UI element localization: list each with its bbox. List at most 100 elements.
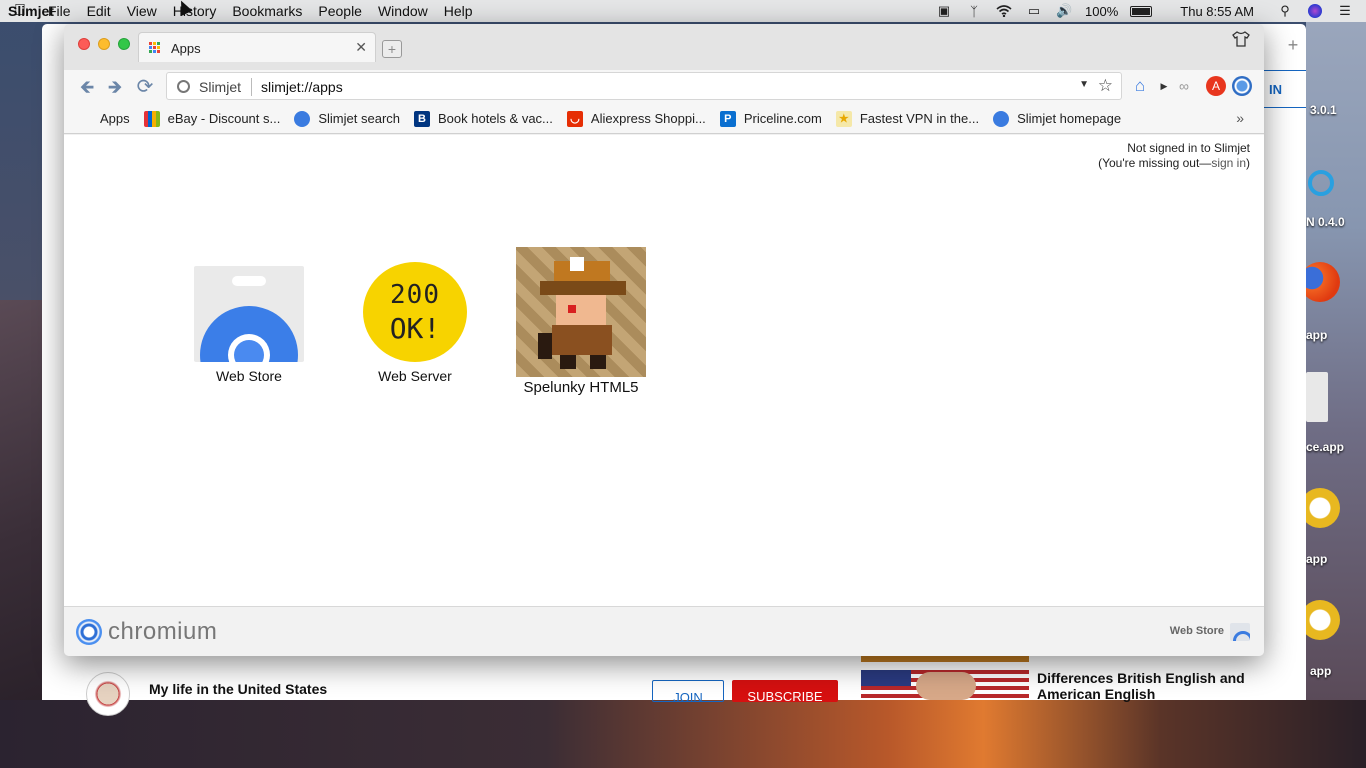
- web-store-small-icon[interactable]: [1230, 623, 1250, 641]
- bookmark-booking[interactable]: B Book hotels & vac...: [414, 110, 553, 127]
- app-web-server[interactable]: 200 OK! Web Server: [362, 262, 468, 384]
- desktop-icon-label[interactable]: 3.0.1: [1310, 103, 1337, 117]
- bookmark-slimjet-search[interactable]: Slimjet search: [294, 110, 400, 127]
- zoom-window-button[interactable]: [118, 38, 130, 50]
- channel-avatar: [86, 672, 130, 716]
- menubar-clock[interactable]: Thu 8:55 AM: [1180, 4, 1254, 19]
- bookmark-star-icon[interactable]: ☆: [1098, 76, 1113, 96]
- menu-people[interactable]: People: [310, 3, 370, 19]
- bookmarks-bar: Apps eBay - Discount s... Slimjet search…: [64, 104, 1264, 134]
- address-separator: [251, 78, 252, 96]
- apps-page: Not signed in to Slimjet (You're missing…: [64, 135, 1264, 606]
- web-server-icon-text-2: OK!: [389, 312, 441, 345]
- bluetooth-icon[interactable]: ᛉ: [965, 4, 983, 19]
- macos-menubar:  Slimjet File Edit View History Bookmar…: [0, 0, 1366, 22]
- signin-link[interactable]: sign in: [1211, 156, 1246, 170]
- menu-edit[interactable]: Edit: [79, 3, 119, 19]
- address-dropdown-icon[interactable]: ▼: [1079, 79, 1089, 90]
- reload-icon[interactable]: ⟳: [134, 76, 156, 98]
- address-url[interactable]: slimjet://apps: [261, 79, 343, 95]
- tab-strip: Apps ✕ +: [64, 24, 1264, 70]
- chromium-logo-icon: [76, 619, 102, 645]
- minimize-window-button[interactable]: [98, 38, 110, 50]
- battery-percent[interactable]: 100%: [1085, 4, 1118, 19]
- menu-view[interactable]: View: [119, 3, 165, 19]
- account-avatar-icon[interactable]: A: [1206, 76, 1226, 96]
- desktop-icon-label[interactable]: app: [1306, 552, 1327, 566]
- globe-icon: [294, 110, 311, 127]
- menu-help[interactable]: Help: [436, 3, 481, 19]
- menu-app-name[interactable]: Slimjet: [0, 3, 62, 19]
- web-server-icon: 200 OK!: [363, 262, 467, 362]
- bookmark-vpn[interactable]: ★ Fastest VPN in the...: [835, 110, 980, 127]
- desktop-icon-label[interactable]: app: [1310, 664, 1331, 678]
- volume-icon[interactable]: 🔊: [1055, 3, 1073, 18]
- desktop-icon-label[interactable]: app: [1306, 328, 1327, 342]
- bookmark-label: Fastest VPN in the...: [859, 111, 980, 126]
- tab-close-icon[interactable]: ✕: [355, 39, 367, 56]
- page-info-icon[interactable]: [177, 80, 190, 93]
- desktop-icon-label[interactable]: N 0.4.0: [1306, 215, 1345, 229]
- booking-icon: B: [414, 110, 430, 127]
- bookmark-label: eBay - Discount s...: [167, 111, 281, 126]
- bookmark-apps[interactable]: Apps: [78, 111, 130, 126]
- tab-title: Apps: [171, 41, 201, 56]
- airplay-icon[interactable]: ▭: [1025, 3, 1043, 18]
- desktop-wallpaper-bottom: [0, 700, 1366, 768]
- desktop-icon-label[interactable]: ce.app: [1306, 440, 1344, 454]
- menu-window[interactable]: Window: [370, 3, 436, 19]
- apps-page-footer: chromium Web Store: [64, 606, 1264, 656]
- close-window-button[interactable]: [78, 38, 90, 50]
- background-video-title: My life in the United States: [149, 681, 328, 697]
- signin-status-prefix: (You're missing out—: [1098, 156, 1212, 170]
- bookmark-label: Slimjet search: [318, 111, 400, 126]
- bookmarks-overflow-icon[interactable]: »: [1236, 110, 1244, 126]
- bookmark-label: Aliexpress Shoppi...: [590, 111, 706, 126]
- bookmark-label: Apps: [100, 111, 130, 126]
- desktop-app-icon[interactable]: [1308, 170, 1334, 196]
- back-arrow-icon[interactable]: 🡸: [76, 76, 98, 98]
- menu-history[interactable]: History: [165, 3, 225, 19]
- web-store-icon: [194, 266, 304, 362]
- app-icon[interactable]: [1300, 600, 1340, 640]
- spelunky-icon: [516, 247, 646, 377]
- app-web-store[interactable]: Web Store: [194, 266, 304, 384]
- signin-status-suffix: ): [1246, 156, 1250, 170]
- app-spelunky[interactable]: Spelunky HTML5: [516, 247, 646, 396]
- bookmark-priceline[interactable]: P Priceline.com: [719, 110, 822, 127]
- toolbar-overflow-arrow-icon[interactable]: ▶: [1154, 76, 1174, 96]
- package-icon[interactable]: ▣: [935, 3, 953, 18]
- battery-icon[interactable]: [1130, 5, 1153, 17]
- siri-icon[interactable]: [1306, 4, 1324, 18]
- chromium-brand-text: chromium: [108, 618, 218, 645]
- signin-status-line2: (You're missing out—sign in): [1098, 156, 1250, 171]
- signin-status-line1: Not signed in to Slimjet: [1127, 141, 1250, 155]
- spotlight-search-icon[interactable]: ⚲: [1276, 3, 1294, 18]
- menu-bookmarks[interactable]: Bookmarks: [224, 3, 310, 19]
- bookmark-aliexpress[interactable]: ◡ Aliexpress Shoppi...: [566, 110, 706, 127]
- home-icon[interactable]: ⌂: [1130, 76, 1150, 96]
- background-related-title: Differences British English and American…: [1037, 670, 1245, 702]
- background-join-button: JOIN: [652, 680, 724, 702]
- wifi-icon[interactable]: [995, 4, 1013, 18]
- tab-apps[interactable]: Apps ✕: [138, 32, 376, 62]
- theme-shirt-icon[interactable]: [1232, 31, 1250, 49]
- background-new-tab-icon: +: [1287, 35, 1299, 55]
- web-server-icon-text-1: 200: [390, 280, 440, 310]
- notification-center-icon[interactable]: ☰: [1336, 3, 1354, 18]
- extension-icon[interactable]: ∞: [1174, 76, 1194, 96]
- background-subscribe-button: SUBSCRIBE: [732, 680, 838, 702]
- new-tab-button[interactable]: +: [382, 40, 402, 58]
- bookmark-label: Book hotels & vac...: [438, 111, 553, 126]
- aliexpress-icon: ◡: [566, 110, 583, 127]
- app-icon[interactable]: [1300, 488, 1340, 528]
- slimjet-menu-icon[interactable]: [1232, 76, 1252, 96]
- web-store-link[interactable]: Web Store: [1170, 625, 1224, 637]
- address-bar[interactable]: Slimjet slimjet://apps ▼ ☆: [166, 72, 1122, 100]
- ebay-bag-icon: [143, 110, 160, 127]
- forward-arrow-icon[interactable]: 🡺: [104, 76, 126, 98]
- document-icon[interactable]: [1306, 372, 1328, 422]
- bookmark-slimjet-homepage[interactable]: Slimjet homepage: [993, 110, 1121, 127]
- bookmark-ebay[interactable]: eBay - Discount s...: [143, 110, 281, 127]
- firefox-icon[interactable]: [1300, 262, 1340, 302]
